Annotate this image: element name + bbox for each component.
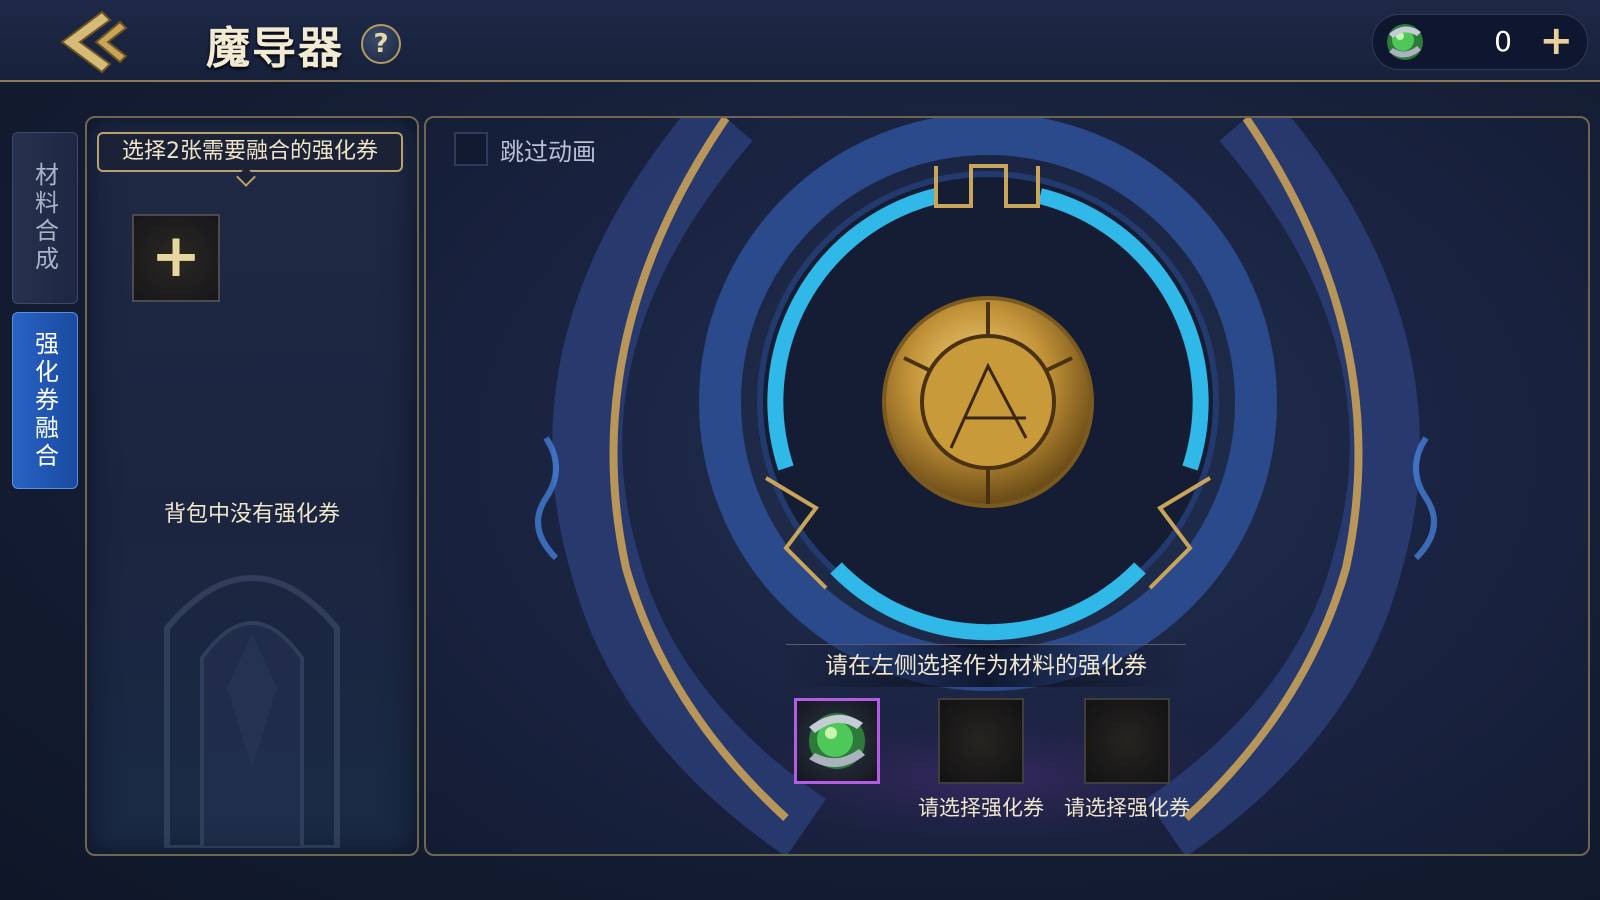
add-currency-button[interactable]: + bbox=[1539, 21, 1573, 61]
fusion-panel: 跳过动画 请在左侧选择作为材料的强化券 请选择强化券 请选择强化券 bbox=[424, 116, 1590, 856]
tab-material-synthesis[interactable]: 材料合成 bbox=[12, 132, 78, 304]
material-slot-1[interactable] bbox=[794, 698, 880, 784]
slot-2-label: 请选择强化券 bbox=[918, 796, 1044, 820]
skip-animation-label: 跳过动画 bbox=[500, 138, 596, 166]
currency-display: 0 + bbox=[1372, 14, 1588, 70]
skip-animation-checkbox[interactable] bbox=[454, 132, 488, 166]
material-slot-3[interactable] bbox=[1084, 698, 1170, 784]
slot-3-label: 请选择强化券 bbox=[1064, 796, 1190, 820]
material-slot-2[interactable] bbox=[938, 698, 1024, 784]
page-title: 魔导器 bbox=[206, 23, 344, 74]
arch-background-decoration bbox=[164, 575, 340, 848]
panel-banner: 选择2张需要融合的强化券 bbox=[97, 132, 403, 172]
empty-message: 背包中没有强化券 bbox=[163, 502, 340, 527]
tab-label: 强化券融合 bbox=[30, 330, 59, 471]
voucher-list-panel: 选择2张需要融合的强化券 + 背包中没有强化券 bbox=[85, 116, 419, 856]
instruction-text: 请在左侧选择作为材料的强化券 bbox=[786, 644, 1186, 687]
help-button[interactable]: ? bbox=[361, 24, 401, 64]
top-bar: 魔导器 ? 0 + bbox=[0, 0, 1600, 82]
green-gem-icon bbox=[809, 713, 865, 769]
tab-label: 材料合成 bbox=[30, 162, 59, 274]
green-gem-icon bbox=[1387, 24, 1423, 60]
add-voucher-button[interactable]: + bbox=[132, 214, 220, 302]
back-arrow-icon bbox=[60, 10, 128, 74]
tab-voucher-fusion[interactable]: 强化券融合 bbox=[12, 312, 78, 489]
back-button[interactable] bbox=[58, 8, 130, 76]
